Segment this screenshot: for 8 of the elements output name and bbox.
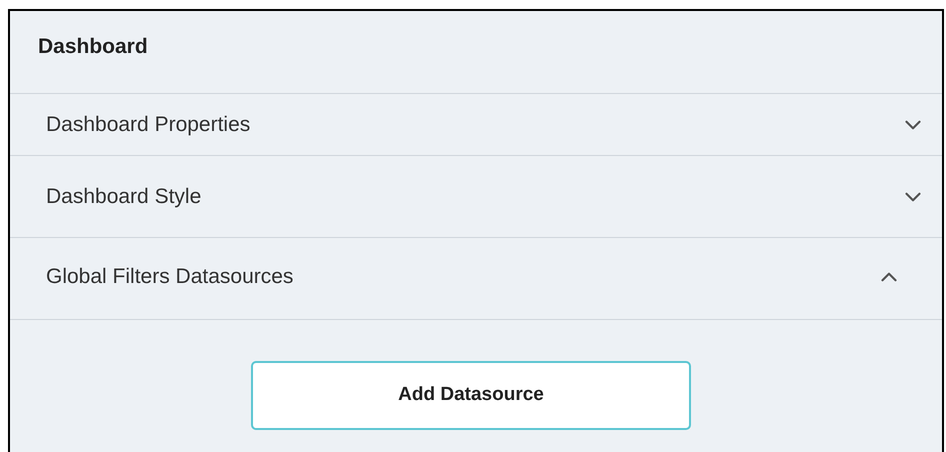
section-header[interactable]: Dashboard Style <box>10 156 942 238</box>
section-header[interactable]: Dashboard Properties <box>10 94 942 156</box>
section-title: Dashboard Properties <box>46 112 250 138</box>
add-datasource-button[interactable]: Add Datasource <box>251 361 691 430</box>
section-title: Dashboard Style <box>46 184 202 210</box>
panel-title: Dashboard <box>38 34 148 60</box>
section-title: Global Filters Datasources <box>46 264 294 290</box>
section-header[interactable]: Global Filters Datasources <box>10 238 942 320</box>
